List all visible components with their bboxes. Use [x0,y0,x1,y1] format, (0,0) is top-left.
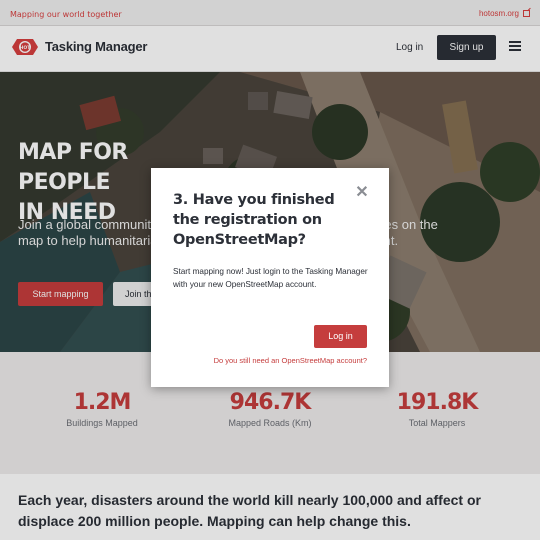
registration-modal: 3. Have you finished the registration on… [151,168,389,387]
modal-title: 3. Have you finished the registration on… [173,192,335,248]
modal-login-button[interactable]: Log in [314,325,367,348]
osm-account-link[interactable]: Do you still need an OpenStreetMap accou… [214,356,367,365]
close-icon[interactable]: ✕ [355,185,369,201]
modal-body: Start mapping now! Just login to the Tas… [173,267,368,289]
